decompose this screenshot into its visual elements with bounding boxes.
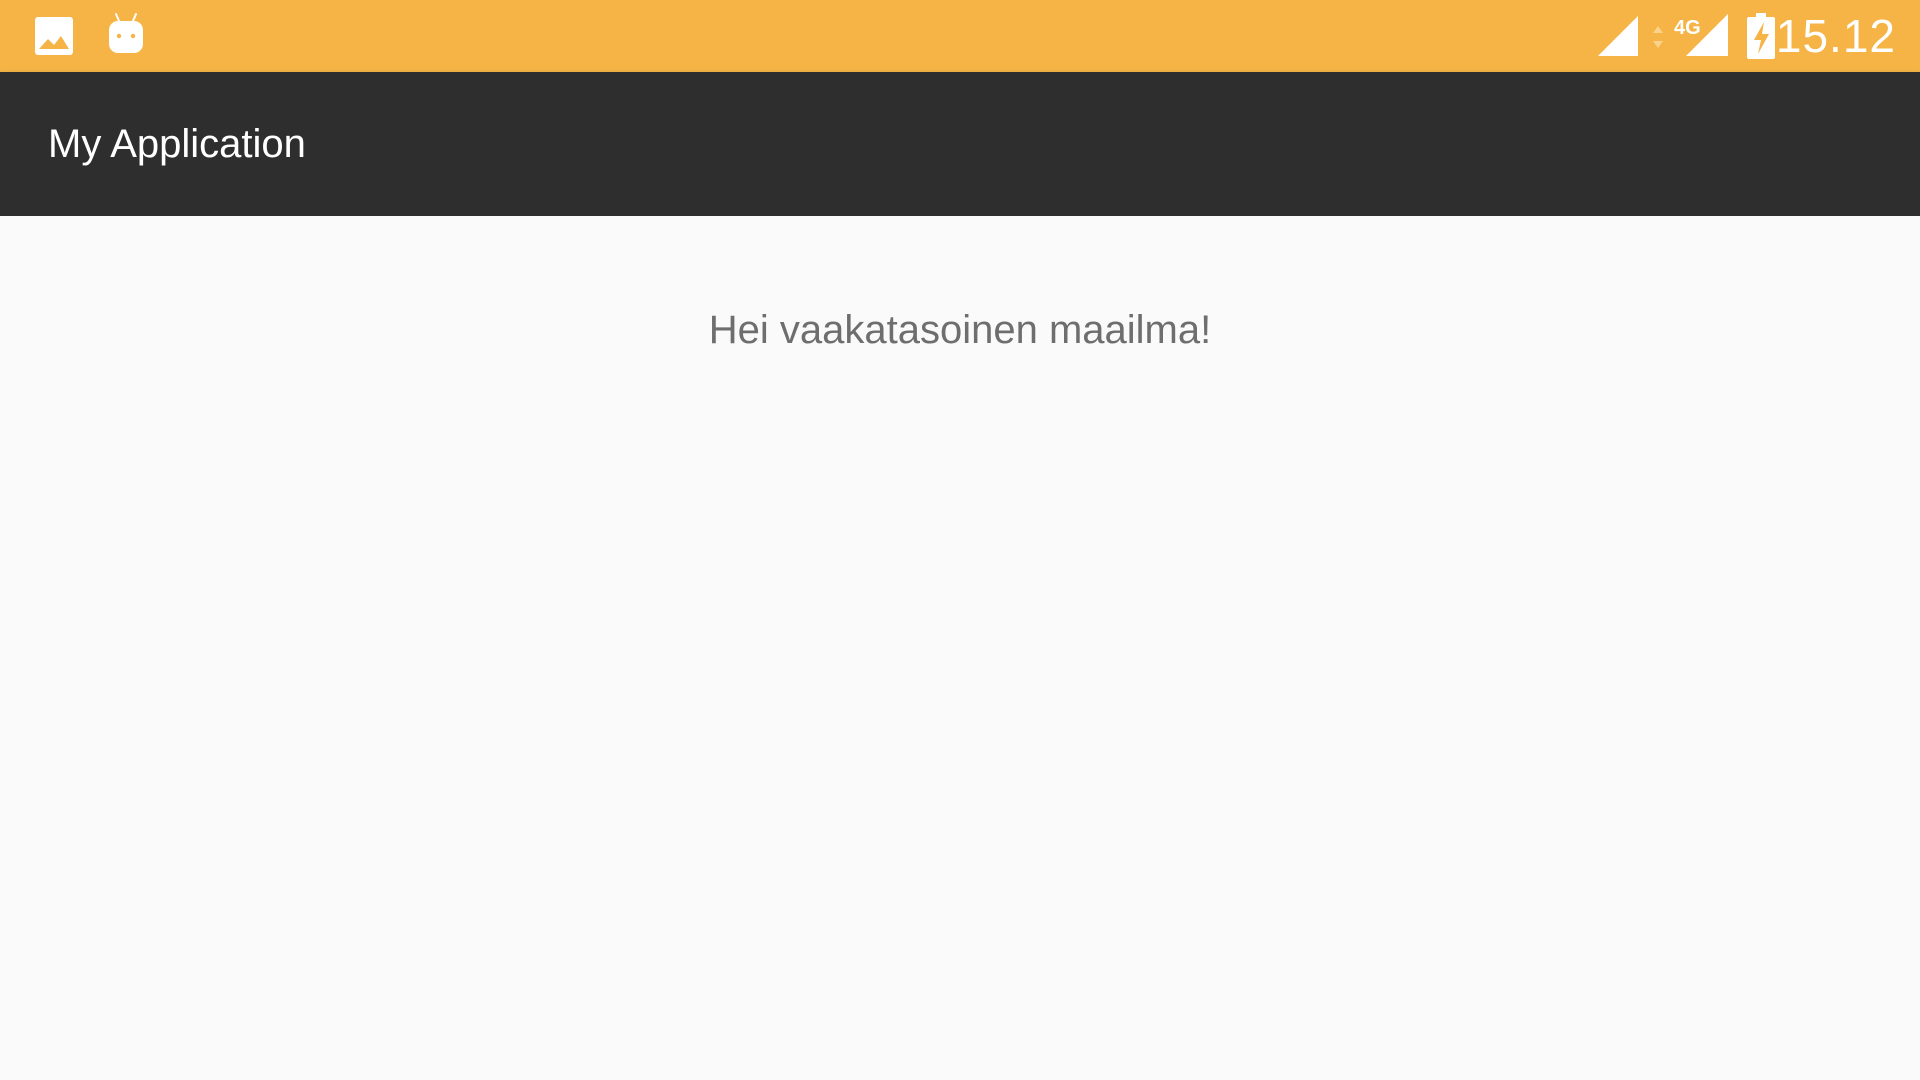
status-clock: 15.12 [1775,10,1896,62]
data-arrows-icon [1653,26,1663,48]
image-icon [35,17,73,55]
app-title: My Application [48,122,306,166]
network-type-label: 4G [1674,17,1701,39]
hello-message: Hei vaakatasoinen maailma! [708,308,1212,352]
android-icon [109,13,143,53]
network-4g-icon: 4G [1674,14,1728,56]
status-bar: 4G 15.12 [0,0,1920,72]
main-content: Hei vaakatasoinen maailma! [0,216,1920,1080]
battery-charging-icon [1747,13,1775,59]
signal-icon [1598,16,1638,56]
app-bar: My Application [0,72,1920,216]
